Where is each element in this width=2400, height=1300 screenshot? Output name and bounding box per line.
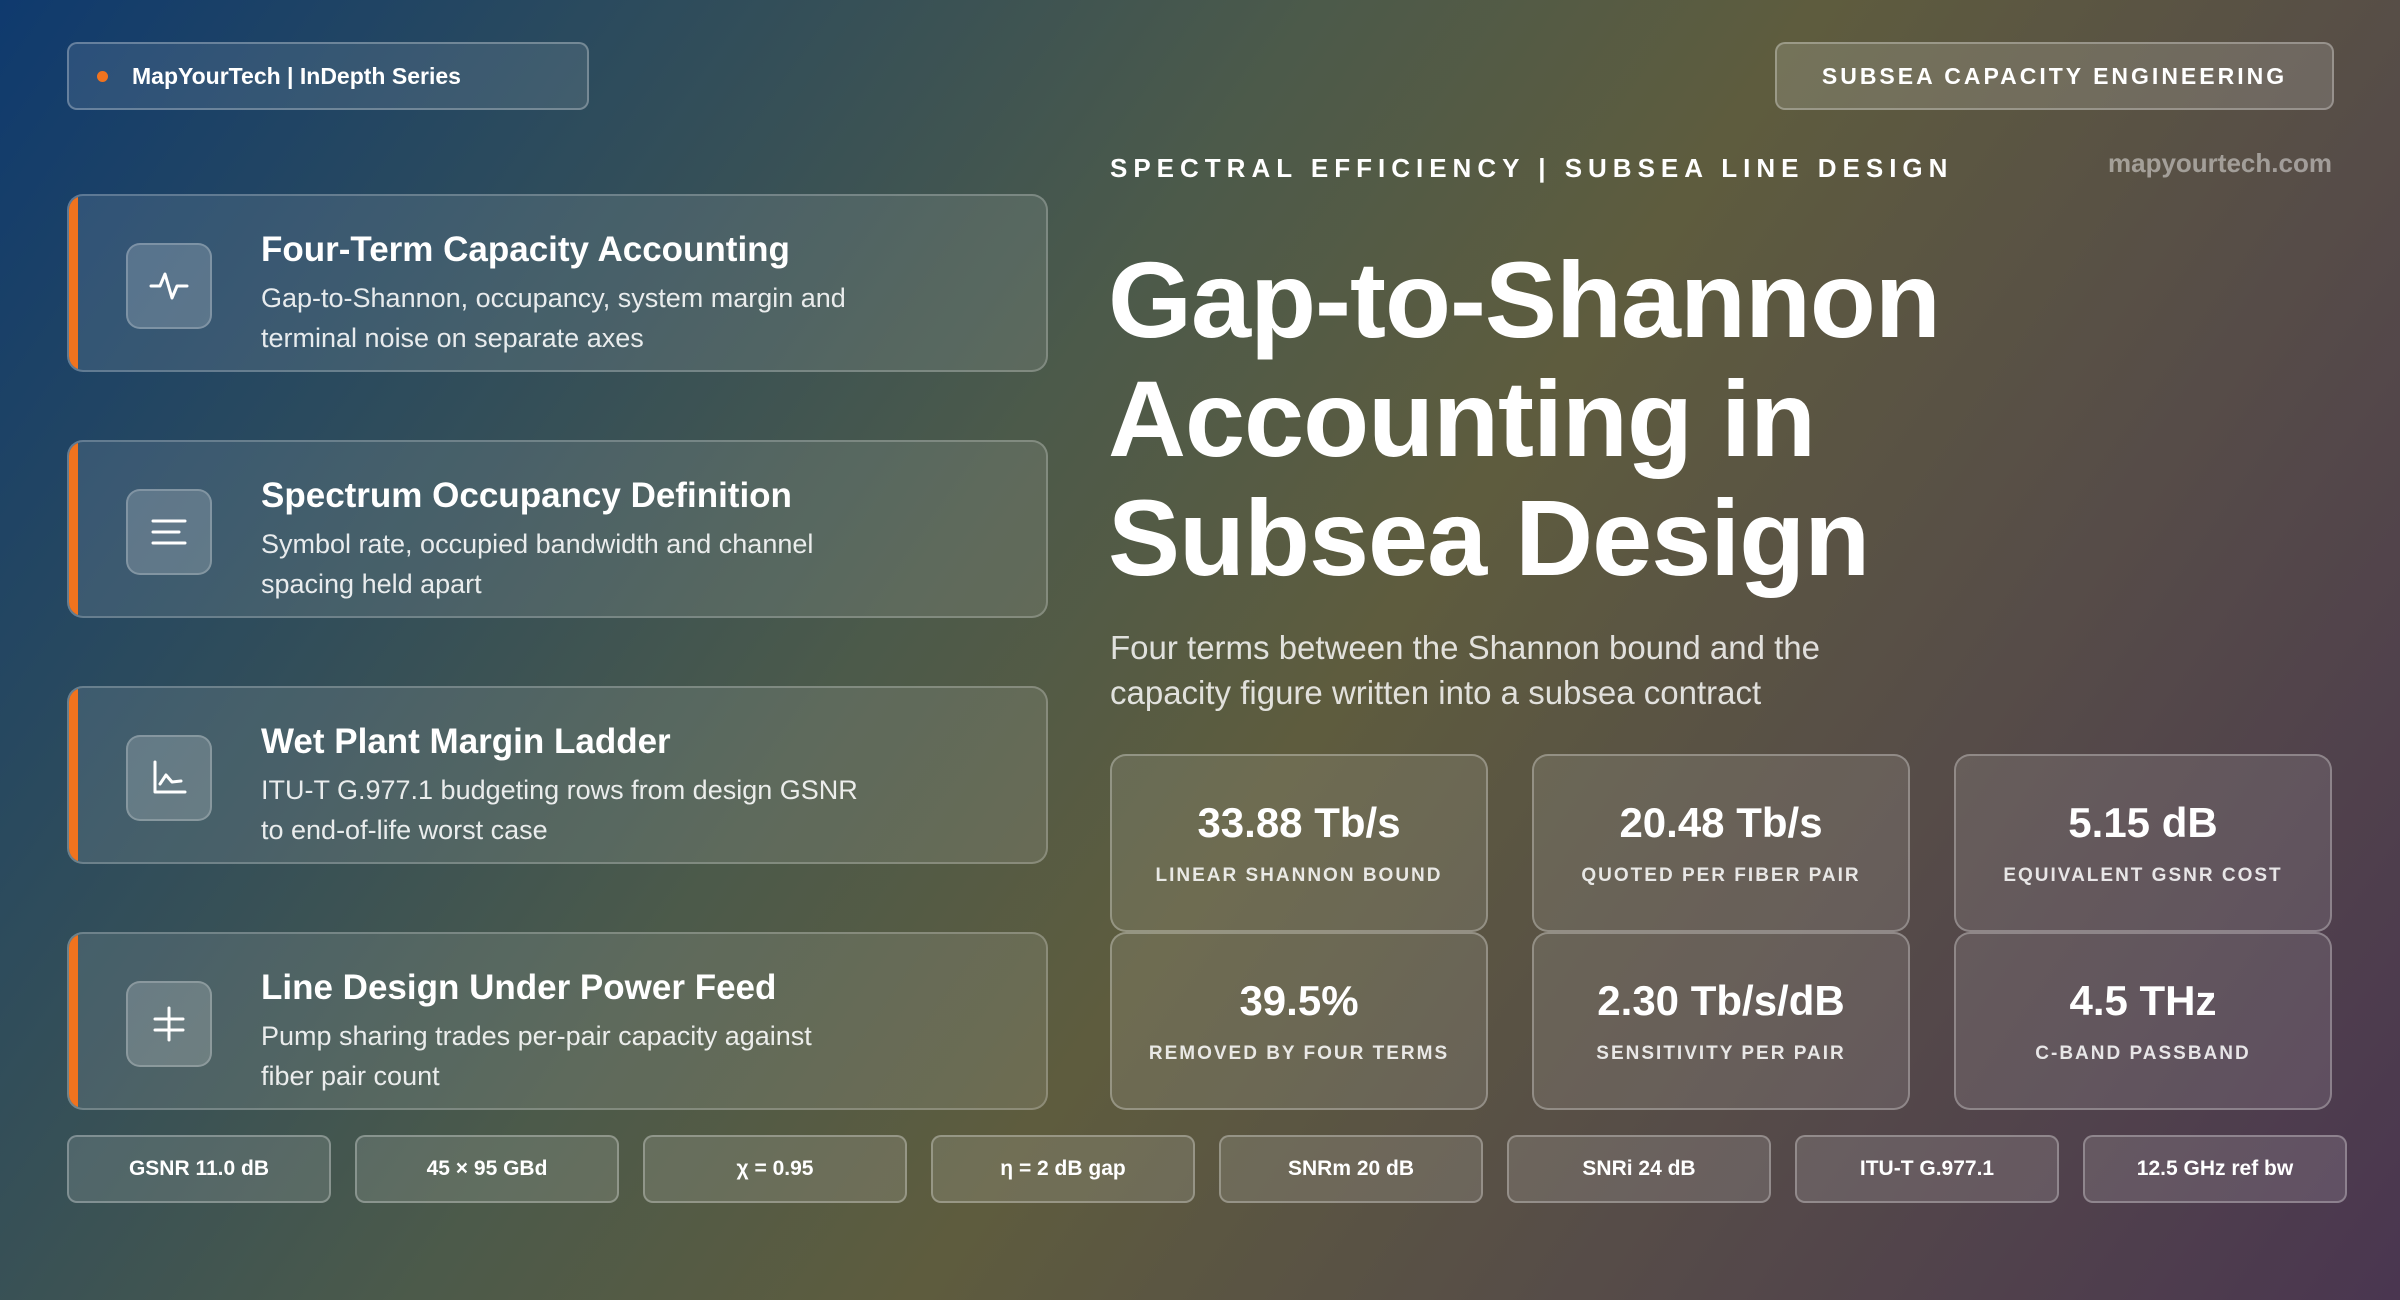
stat-value: 39.5% (1239, 977, 1359, 1024)
stat-label: QUOTED PER FIBER PAIR (1581, 865, 1861, 886)
card-accent-bar (69, 196, 78, 370)
feature-card-power-feed: Line Design Under Power Feed Pump sharin… (67, 932, 1048, 1110)
stat-value: 20.48 Tb/s (1619, 799, 1823, 846)
chart-icon (126, 735, 212, 821)
stat-label: LINEAR SHANNON BOUND (1155, 865, 1443, 886)
parameter-chip: 45 × 95 GBd (355, 1135, 619, 1203)
parameter-chip: η = 2 dB gap (931, 1135, 1195, 1203)
card-title: Line Design Under Power Feed (261, 968, 777, 1007)
parameter-chip-row: GSNR 11.0 dB 45 × 95 GBd χ = 0.95 η = 2 … (67, 1135, 2347, 1203)
title-line: Subsea Design (1108, 477, 1870, 598)
stat-label: EQUIVALENT GSNR COST (2003, 865, 2283, 886)
feature-card-capacity-accounting: Four-Term Capacity Accounting Gap-to-Sha… (67, 194, 1048, 372)
parameter-chip: GSNR 11.0 dB (67, 1135, 331, 1203)
card-accent-bar (69, 934, 78, 1108)
feature-card-margin-ladder: Wet Plant Margin Ladder ITU-T G.977.1 bu… (67, 686, 1048, 864)
brand-pill: MapYourTech | InDepth Series (67, 42, 589, 110)
brand-label: MapYourTech | InDepth Series (132, 62, 461, 89)
stat-card: 20.48 Tb/s QUOTED PER FIBER PAIR (1532, 754, 1910, 932)
pulse-icon (126, 243, 212, 329)
card-description: Pump sharing trades per-pair capacity ag… (261, 1021, 812, 1091)
brand-dot-icon (97, 70, 108, 82)
stat-value: 33.88 Tb/s (1197, 799, 1401, 846)
stat-value: 2.30 Tb/s/dB (1597, 977, 1845, 1024)
eyebrow-label: SPECTRAL EFFICIENCY | SUBSEA LINE DESIGN (1110, 153, 1954, 183)
card-description: Symbol rate, occupied bandwidth and chan… (261, 529, 814, 599)
parameter-chip: χ = 0.95 (643, 1135, 907, 1203)
card-title: Spectrum Occupancy Definition (261, 476, 792, 515)
card-accent-bar (69, 442, 78, 616)
parameter-chip: SNRm 20 dB (1219, 1135, 1483, 1203)
stat-card: 5.15 dB EQUIVALENT GSNR COST (1954, 754, 2332, 932)
subtitle: Four terms between the Shannon bound and… (1110, 629, 1820, 711)
stat-card: 33.88 Tb/s LINEAR SHANNON BOUND (1110, 754, 1488, 932)
stat-card: 4.5 THz C-BAND PASSBAND (1954, 932, 2332, 1110)
feature-card-spectrum-occupancy: Spectrum Occupancy Definition Symbol rat… (67, 440, 1048, 618)
title-line: Accounting in (1108, 358, 1816, 479)
stat-label: C-BAND PASSBAND (2035, 1043, 2251, 1064)
card-accent-bar (69, 688, 78, 862)
site-watermark: mapyourtech.com (2108, 148, 2332, 178)
title-line: Gap-to-Shannon (1108, 239, 1941, 360)
card-title: Wet Plant Margin Ladder (261, 722, 671, 761)
stat-card: 2.30 Tb/s/dB SENSITIVITY PER PAIR (1532, 932, 1910, 1110)
lines-icon (126, 489, 212, 575)
parameter-chip: SNRi 24 dB (1507, 1135, 1771, 1203)
plus-minus-icon (126, 981, 212, 1067)
stat-card: 39.5% REMOVED BY FOUR TERMS (1110, 932, 1488, 1110)
parameter-chip: 12.5 GHz ref bw (2083, 1135, 2347, 1203)
stat-label: REMOVED BY FOUR TERMS (1148, 1043, 1450, 1064)
page-title: Gap-to-Shannon Accounting in Subsea Desi… (1108, 239, 1941, 598)
category-tag: SUBSEA CAPACITY ENGINEERING (1775, 42, 2334, 110)
parameter-chip: ITU-T G.977.1 (1795, 1135, 2059, 1203)
stat-label: SENSITIVITY PER PAIR (1596, 1043, 1846, 1064)
card-title: Four-Term Capacity Accounting (261, 230, 790, 269)
stat-value: 5.15 dB (2068, 799, 2218, 846)
card-description: ITU-T G.977.1 budgeting rows from design… (261, 775, 858, 845)
stat-value: 4.5 THz (2069, 977, 2217, 1024)
card-description: Gap-to-Shannon, occupancy, system margin… (261, 283, 846, 353)
